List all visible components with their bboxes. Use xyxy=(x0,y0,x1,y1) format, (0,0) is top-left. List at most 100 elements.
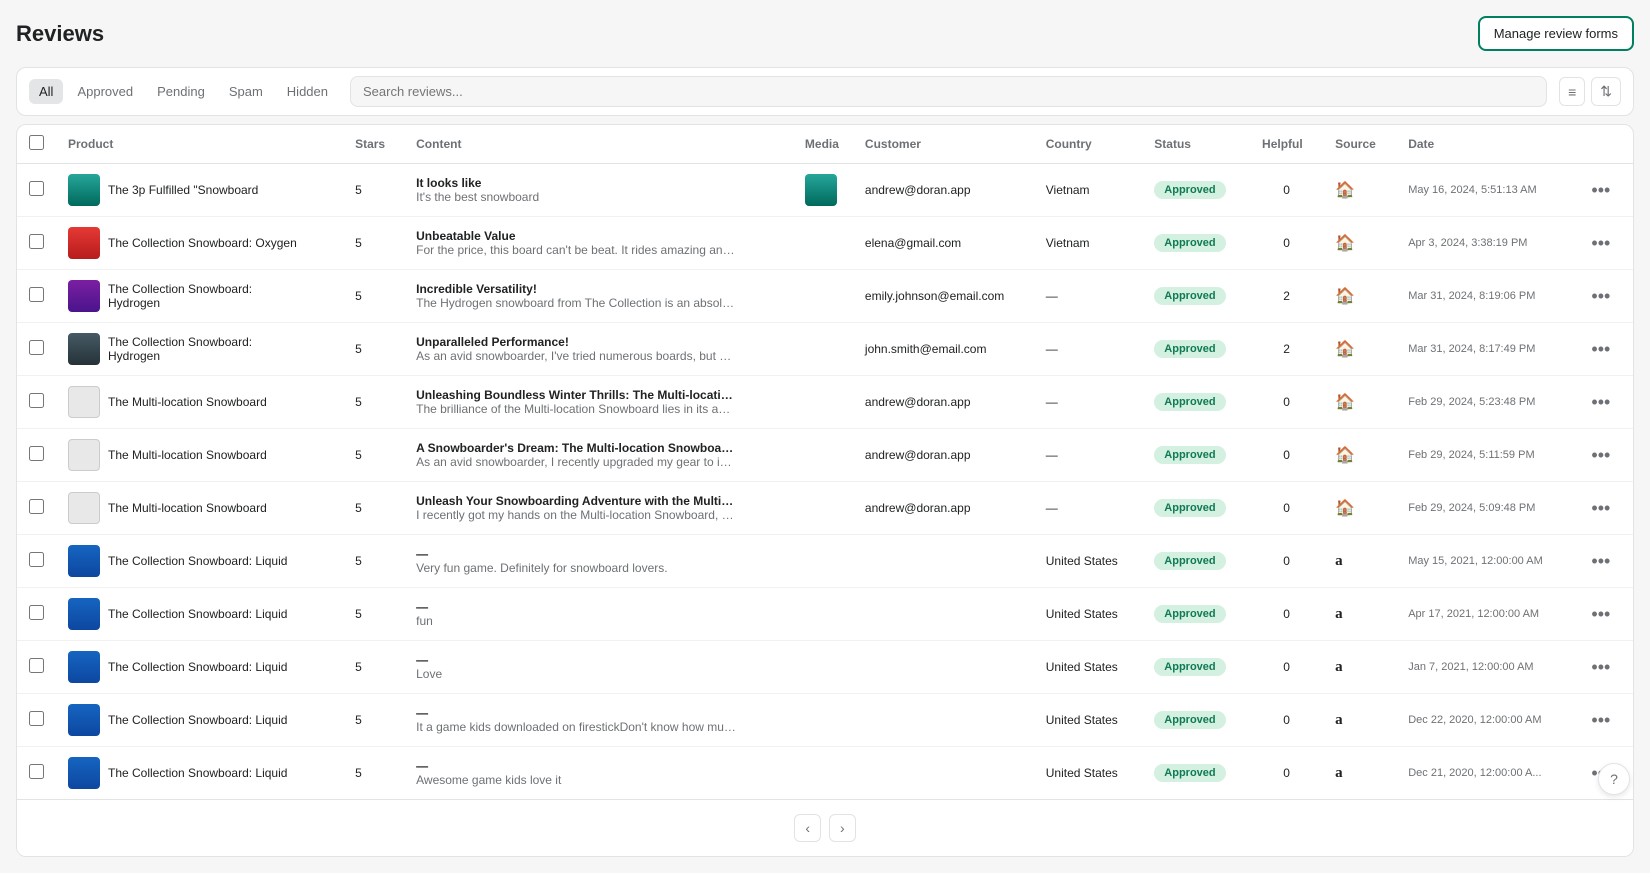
customer-cell: andrew@doran.app xyxy=(853,429,1034,482)
tab-spam[interactable]: Spam xyxy=(219,79,273,104)
status-cell: Approved xyxy=(1142,641,1250,694)
row-checkbox-cell[interactable] xyxy=(17,323,56,376)
stars-cell: 5 xyxy=(343,747,404,800)
row-checkbox[interactable] xyxy=(29,658,44,673)
row-checkbox-cell[interactable] xyxy=(17,694,56,747)
media-cell xyxy=(793,323,853,376)
page-title: Reviews xyxy=(16,21,104,47)
page-header: Reviews Manage review forms xyxy=(16,16,1634,51)
media-cell xyxy=(793,482,853,535)
more-button[interactable]: ••• xyxy=(1587,284,1614,309)
status-cell: Approved xyxy=(1142,747,1250,800)
date-cell: Mar 31, 2024, 8:17:49 PM xyxy=(1396,323,1575,376)
prev-page-button[interactable]: ‹ xyxy=(794,814,821,842)
row-checkbox-cell[interactable] xyxy=(17,217,56,270)
product-thumbnail xyxy=(68,704,100,736)
product-thumbnail xyxy=(68,386,100,418)
row-checkbox-cell[interactable] xyxy=(17,588,56,641)
date-cell: Mar 31, 2024, 8:19:06 PM xyxy=(1396,270,1575,323)
customer-cell xyxy=(853,694,1034,747)
product-thumbnail xyxy=(68,439,100,471)
row-checkbox-cell[interactable] xyxy=(17,164,56,217)
row-checkbox[interactable] xyxy=(29,393,44,408)
product-thumbnail xyxy=(68,227,100,259)
date-cell: Apr 17, 2021, 12:00:00 AM xyxy=(1396,588,1575,641)
row-checkbox[interactable] xyxy=(29,605,44,620)
row-checkbox[interactable] xyxy=(29,181,44,196)
row-checkbox[interactable] xyxy=(29,711,44,726)
customer-cell xyxy=(853,641,1034,694)
reviews-table-body: The 3p Fulfilled "Snowboard 5 It looks l… xyxy=(17,164,1633,800)
tab-hidden[interactable]: Hidden xyxy=(277,79,338,104)
row-checkbox[interactable] xyxy=(29,764,44,779)
search-input[interactable] xyxy=(350,76,1547,107)
more-cell[interactable]: ••• xyxy=(1575,323,1633,376)
row-checkbox[interactable] xyxy=(29,552,44,567)
customer-cell xyxy=(853,588,1034,641)
row-checkbox-cell[interactable] xyxy=(17,482,56,535)
row-checkbox[interactable] xyxy=(29,499,44,514)
more-button[interactable]: ••• xyxy=(1587,443,1614,468)
product-cell: The Collection Snowboard: Oxygen xyxy=(56,217,343,270)
table-row: The Collection Snowboard: Liquid 5 — It … xyxy=(17,694,1633,747)
next-page-button[interactable]: › xyxy=(829,814,856,842)
row-checkbox-cell[interactable] xyxy=(17,535,56,588)
filter-icon-button[interactable]: ≡ xyxy=(1559,77,1585,106)
media-cell xyxy=(793,164,853,217)
row-checkbox[interactable] xyxy=(29,340,44,355)
more-button[interactable]: ••• xyxy=(1587,390,1614,415)
review-title: — xyxy=(416,706,736,720)
stars-cell: 5 xyxy=(343,535,404,588)
more-cell[interactable]: ••• xyxy=(1575,217,1633,270)
date-cell: Dec 22, 2020, 12:00:00 AM xyxy=(1396,694,1575,747)
tab-pending[interactable]: Pending xyxy=(147,79,215,104)
tab-all[interactable]: All xyxy=(29,79,63,104)
review-body: fun xyxy=(416,614,736,628)
more-cell[interactable]: ••• xyxy=(1575,270,1633,323)
row-checkbox-cell[interactable] xyxy=(17,641,56,694)
manage-review-forms-button[interactable]: Manage review forms xyxy=(1478,16,1634,51)
sort-icon-button[interactable]: ⇅ xyxy=(1591,77,1621,106)
country-cell: United States xyxy=(1034,694,1143,747)
customer-cell: emily.johnson@email.com xyxy=(853,270,1034,323)
more-cell[interactable]: ••• xyxy=(1575,694,1633,747)
row-checkbox-cell[interactable] xyxy=(17,429,56,482)
product-name: The Collection Snowboard: Liquid xyxy=(108,554,287,568)
more-button[interactable]: ••• xyxy=(1587,602,1614,627)
more-button[interactable]: ••• xyxy=(1587,496,1614,521)
source-cell: 🏠 xyxy=(1323,376,1396,429)
reviews-table: Product Stars Content Media Customer Cou… xyxy=(17,125,1633,799)
more-cell[interactable]: ••• xyxy=(1575,641,1633,694)
more-button[interactable]: ••• xyxy=(1587,708,1614,733)
table-row: The Collection Snowboard: Liquid 5 — Awe… xyxy=(17,747,1633,800)
row-checkbox-cell[interactable] xyxy=(17,376,56,429)
select-all-checkbox[interactable] xyxy=(29,135,44,150)
select-all-header[interactable] xyxy=(17,125,56,164)
status-badge: Approved xyxy=(1154,711,1225,729)
more-button[interactable]: ••• xyxy=(1587,655,1614,680)
more-cell[interactable]: ••• xyxy=(1575,376,1633,429)
row-checkbox[interactable] xyxy=(29,234,44,249)
row-checkbox[interactable] xyxy=(29,287,44,302)
more-cell[interactable]: ••• xyxy=(1575,164,1633,217)
helpful-cell: 2 xyxy=(1250,323,1323,376)
more-cell[interactable]: ••• xyxy=(1575,482,1633,535)
tab-approved[interactable]: Approved xyxy=(67,79,143,104)
table-row: The Collection Snowboard: Hydrogen 5 Unp… xyxy=(17,323,1633,376)
content-cell: — fun xyxy=(404,588,793,641)
more-cell[interactable]: ••• xyxy=(1575,429,1633,482)
review-title: Unbeatable Value xyxy=(416,229,736,243)
more-button[interactable]: ••• xyxy=(1587,231,1614,256)
more-button[interactable]: ••• xyxy=(1587,549,1614,574)
date-cell: May 15, 2021, 12:00:00 AM xyxy=(1396,535,1575,588)
more-cell[interactable]: ••• xyxy=(1575,535,1633,588)
help-button[interactable]: ? xyxy=(1598,763,1630,795)
row-checkbox[interactable] xyxy=(29,446,44,461)
more-button[interactable]: ••• xyxy=(1587,337,1614,362)
review-body: For the price, this board can't be beat.… xyxy=(416,243,736,257)
more-cell[interactable]: ••• xyxy=(1575,588,1633,641)
row-checkbox-cell[interactable] xyxy=(17,270,56,323)
more-button[interactable]: ••• xyxy=(1587,178,1614,203)
review-body: It a game kids downloaded on firestickDo… xyxy=(416,720,736,734)
row-checkbox-cell[interactable] xyxy=(17,747,56,800)
